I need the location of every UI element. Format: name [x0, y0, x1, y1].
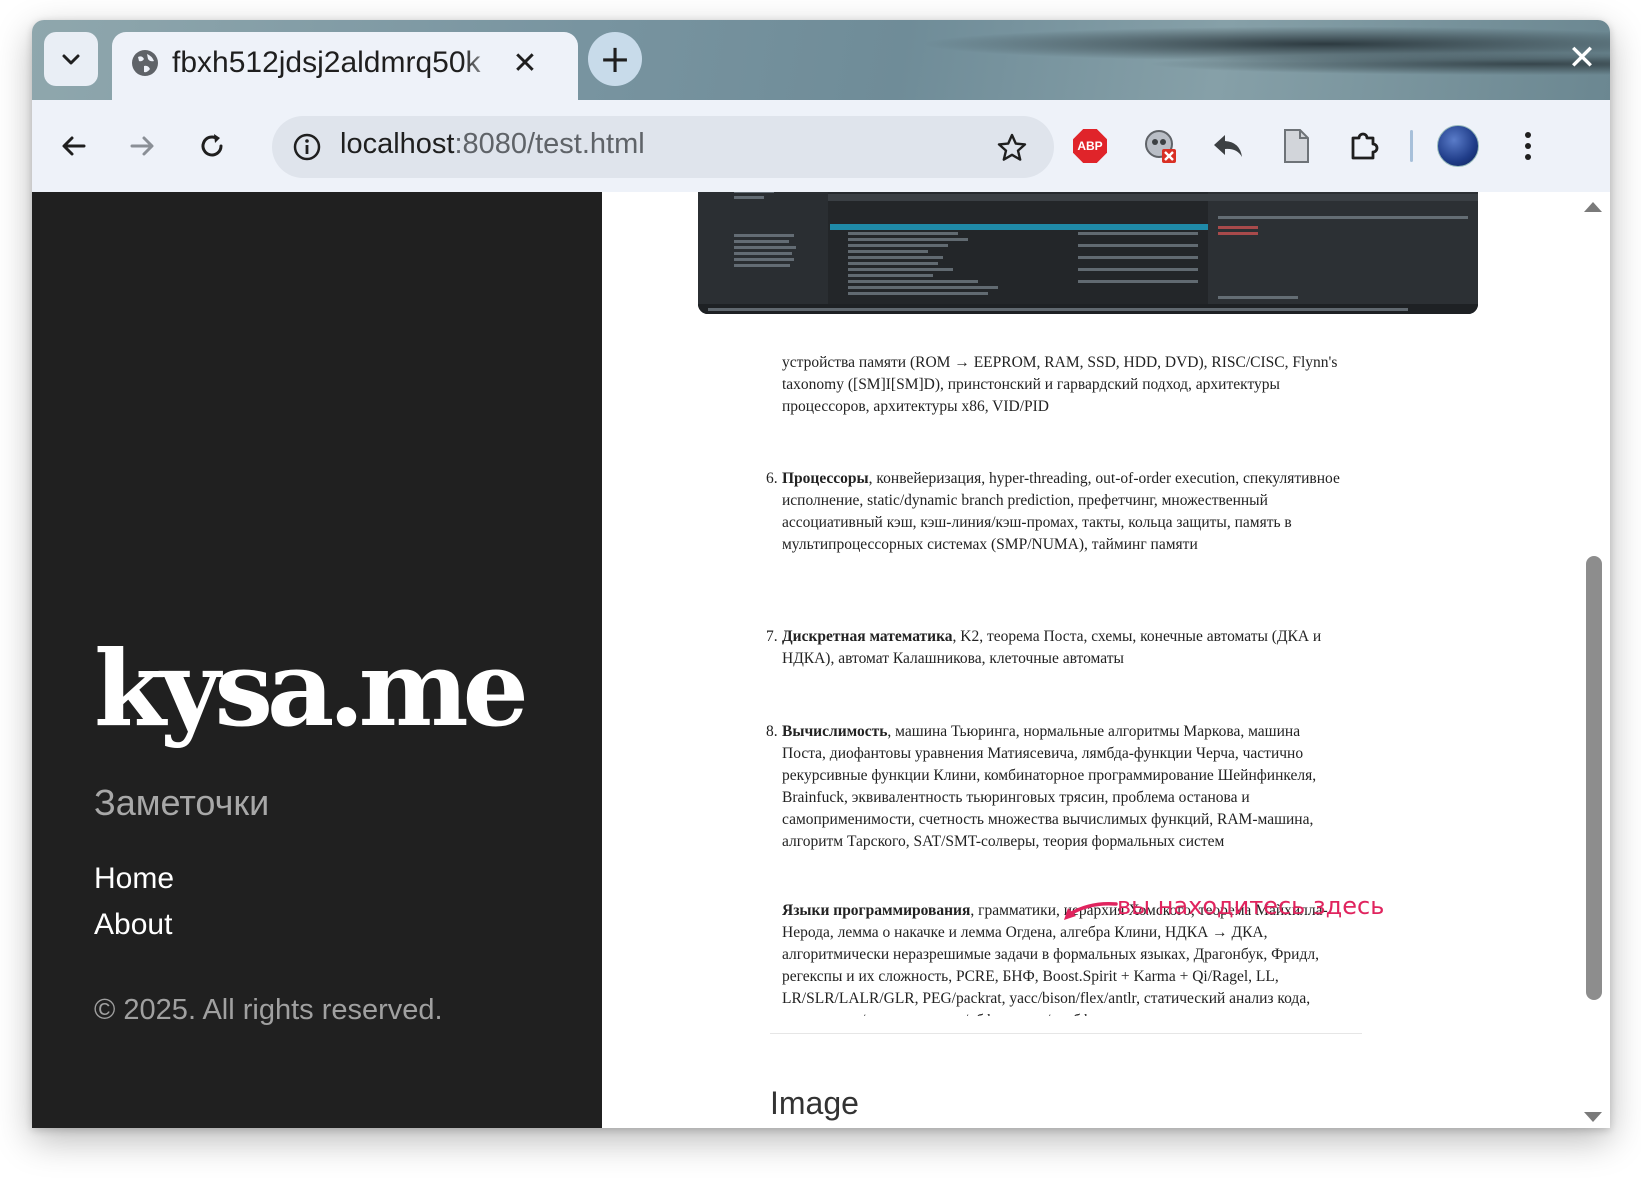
list-item-number: 6.	[766, 470, 778, 487]
section-divider	[770, 1033, 1362, 1034]
reply-arrow-icon[interactable]	[1206, 124, 1250, 168]
annotation-arrow-icon	[1064, 901, 1118, 920]
list-item-text: , машина Тьюринга, нормальные алгоритмы …	[782, 723, 1317, 850]
back-button[interactable]	[50, 122, 98, 170]
url-text[interactable]: localhost:8080/test.html	[340, 128, 645, 161]
you-are-here-annotation: вы находитесь здесь	[1117, 892, 1385, 920]
page-viewport: kysa.me Заметочки Home About © 2025. All…	[32, 192, 1610, 1128]
site-tagline: Заметочки	[94, 782, 270, 823]
section-heading: Image	[770, 1085, 859, 1121]
new-tab-button[interactable]: +	[588, 32, 642, 86]
list-item-title: Вычислимость	[782, 723, 888, 740]
arrow-right-icon	[130, 136, 154, 156]
nav-link-about[interactable]: About	[94, 908, 172, 942]
list-item-title: Процессоры	[782, 470, 869, 487]
avatar	[1437, 125, 1479, 167]
sidebar: kysa.me Заметочки Home About © 2025. All…	[32, 192, 602, 1128]
abp-icon[interactable]: ABP	[1068, 124, 1112, 168]
address-bar[interactable]: localhost:8080/test.html	[272, 116, 1054, 178]
nav-link-home[interactable]: Home	[94, 862, 174, 896]
chevron-down-icon	[62, 54, 80, 65]
site-info-icon[interactable]	[286, 126, 328, 168]
list-item: 7. Дискретная математика, K2, теорема По…	[766, 626, 1342, 670]
url-path: :8080/test.html	[454, 128, 645, 160]
list-item-number: 8.	[766, 723, 778, 740]
forward-button[interactable]	[118, 122, 166, 170]
list-item: 8. Вычислимость, машина Тьюринга, нормал…	[766, 721, 1342, 853]
document-icon[interactable]	[1274, 124, 1318, 168]
list-item-title: Дискретная математика	[782, 628, 953, 645]
site-brand[interactable]: kysa.me	[94, 637, 529, 741]
reload-button[interactable]	[188, 122, 236, 170]
puzzle-extensions-icon[interactable]	[1342, 124, 1386, 168]
tab-strip: fbxh512jdsj2aldmrq50k ✕ + ✕	[32, 20, 1610, 100]
tab-title: fbxh512jdsj2aldmrq50k	[172, 46, 481, 79]
menu-kebab-icon[interactable]	[1506, 124, 1550, 168]
toolbar-separator	[1410, 130, 1413, 162]
scroll-down-arrow-icon[interactable]	[1584, 1112, 1602, 1122]
active-tab[interactable]: fbxh512jdsj2aldmrq50k ✕	[112, 32, 578, 100]
window-close-icon[interactable]: ✕	[1562, 38, 1602, 78]
reload-icon	[201, 134, 223, 157]
list-item-text: устройства памяти (ROM → EEPROM, RAM, SS…	[782, 354, 1338, 415]
list-item: 6. Процессоры, конвейеризация, hyper-thr…	[766, 468, 1342, 556]
privacy-blocked-icon[interactable]	[1138, 124, 1182, 168]
url-host: localhost	[340, 128, 455, 160]
list-item-title: Языки программирования	[782, 902, 971, 919]
scroll-up-arrow-icon[interactable]	[1584, 202, 1602, 212]
list-item-continued: устройства памяти (ROM → EEPROM, RAM, SS…	[782, 352, 1342, 418]
scrollbar-thumb[interactable]	[1586, 556, 1602, 1000]
copyright: © 2025. All rights reserved.	[94, 994, 443, 1026]
plus-icon: +	[599, 37, 631, 81]
globe-icon	[132, 50, 158, 76]
browser-window: fbxh512jdsj2aldmrq50k ✕ + ✕ localhost:80…	[32, 20, 1610, 1128]
abp-label: ABP	[1073, 129, 1107, 163]
arrow-left-icon	[62, 136, 86, 156]
profile-avatar[interactable]	[1436, 124, 1480, 168]
ide-screenshot-image	[698, 192, 1478, 314]
bookmark-star-icon[interactable]	[992, 128, 1032, 168]
tab-search-button[interactable]	[44, 32, 98, 86]
tab-close-icon[interactable]: ✕	[508, 46, 542, 81]
list-item-number: 7.	[766, 628, 778, 645]
browser-toolbar: localhost:8080/test.html ABP	[32, 100, 1610, 193]
main-content: устройства памяти (ROM → EEPROM, RAM, SS…	[602, 192, 1610, 1128]
